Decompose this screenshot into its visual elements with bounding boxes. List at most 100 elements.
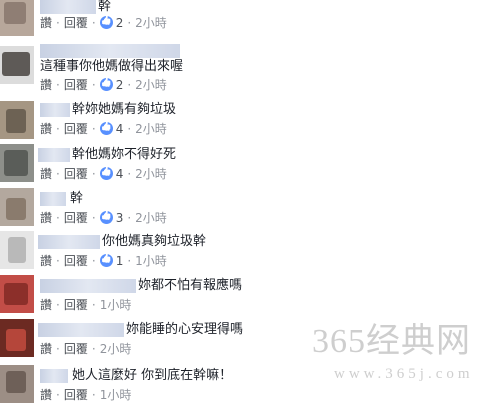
separator: ·	[56, 253, 60, 268]
like-button[interactable]: 讚	[40, 121, 52, 137]
like-button[interactable]: 讚	[40, 341, 52, 357]
comment-item: 妳能睡的心安理得嗎 讚 · 回覆 · 2小時	[0, 319, 496, 361]
comment-text: 妳都不怕有報應嗎	[138, 278, 243, 293]
reply-button[interactable]: 回覆	[64, 341, 88, 357]
like-count[interactable]: 2	[99, 77, 123, 93]
separator: ·	[127, 77, 132, 92]
separator: ·	[56, 166, 60, 181]
like-button[interactable]: 讚	[40, 253, 52, 269]
avatar[interactable]	[0, 46, 34, 84]
like-count[interactable]: 2	[99, 15, 123, 31]
commenter-name-blurred[interactable]	[40, 103, 70, 117]
thumbs-up-icon	[99, 78, 113, 91]
like-count[interactable]: 1	[99, 253, 123, 269]
timestamp[interactable]: 2小時	[135, 210, 167, 226]
commenter-name-blurred[interactable]	[38, 323, 124, 337]
like-button[interactable]: 讚	[40, 387, 52, 403]
separator: ·	[56, 210, 60, 225]
reply-button[interactable]: 回覆	[64, 77, 88, 93]
avatar[interactable]	[0, 275, 34, 313]
commenter-name-blurred[interactable]	[38, 148, 70, 162]
reply-button[interactable]: 回覆	[64, 166, 88, 182]
avatar[interactable]	[0, 0, 34, 36]
timestamp[interactable]: 2小時	[100, 341, 132, 357]
like-button[interactable]: 讚	[40, 297, 52, 313]
timestamp[interactable]: 2小時	[135, 77, 167, 93]
separator: ·	[56, 77, 60, 92]
like-button[interactable]: 讚	[40, 210, 52, 226]
timestamp[interactable]: 1小時	[100, 297, 132, 313]
reply-button[interactable]: 回覆	[64, 210, 88, 226]
separator: ·	[127, 166, 132, 181]
comment-actions: 讚·回覆·4·2小時	[40, 120, 167, 137]
separator: ·	[91, 77, 96, 92]
commenter-name-blurred[interactable]	[38, 235, 100, 249]
like-count[interactable]: 4	[99, 166, 123, 182]
separator: ·	[91, 121, 96, 136]
avatar[interactable]	[0, 188, 34, 226]
like-button[interactable]: 讚	[40, 77, 52, 93]
commenter-name-blurred[interactable]	[40, 44, 180, 58]
like-count[interactable]: 3	[99, 210, 123, 226]
avatar[interactable]	[0, 144, 34, 182]
thumbs-up-icon	[99, 122, 113, 135]
comment-text: 幹他媽妳不得好死	[72, 147, 177, 162]
avatar[interactable]	[0, 231, 34, 269]
comment-text: 這種事你他媽做得出來喔	[40, 59, 184, 74]
comment-item: 幹他媽妳不得好死 讚·回覆·4·2小時	[0, 144, 496, 186]
timestamp[interactable]: 1小時	[100, 387, 132, 403]
avatar[interactable]	[0, 365, 34, 403]
comment-actions: 讚·回覆·4·2小時	[40, 165, 167, 182]
comment-actions: 讚·回覆·3·2小時	[40, 209, 167, 226]
comment-item: 幹 讚·回覆·2·2小時	[0, 0, 496, 38]
like-button[interactable]: 讚	[40, 15, 52, 31]
comment-actions: 讚 · 回覆 · 1小時	[40, 296, 131, 313]
separator: ·	[56, 121, 60, 136]
timestamp[interactable]: 2小時	[135, 166, 167, 182]
separator: ·	[91, 210, 96, 225]
comment-text: 你他媽真夠垃圾幹	[102, 234, 207, 249]
comment-actions: 讚·回覆·2·2小時	[40, 76, 167, 93]
reply-button[interactable]: 回覆	[64, 253, 88, 269]
reply-button[interactable]: 回覆	[64, 121, 88, 137]
reply-button[interactable]: 回覆	[64, 387, 88, 403]
timestamp[interactable]: 2小時	[135, 121, 167, 137]
separator: ·	[127, 15, 132, 30]
comment-item: 妳都不怕有報應嗎 讚 · 回覆 · 1小時	[0, 275, 496, 317]
comment-item: 幹 讚·回覆·3·2小時	[0, 188, 496, 230]
thumbs-up-icon	[99, 16, 113, 29]
commenter-name-blurred[interactable]	[40, 279, 136, 293]
comment-thread: 幹 讚·回覆·2·2小時 這種事你他媽做得出來喔 讚·回覆·2·2小時 幹妳她媽…	[0, 0, 496, 403]
comment-actions: 讚 · 回覆 · 2小時	[40, 340, 131, 357]
separator: ·	[127, 210, 132, 225]
comment-text: 她人這麼好 你到底在幹嘛！	[72, 368, 233, 383]
timestamp[interactable]: 1小時	[135, 253, 167, 269]
reply-button[interactable]: 回覆	[64, 15, 88, 31]
comment-item: 幹妳她媽有夠垃圾 讚·回覆·4·2小時	[0, 101, 496, 141]
like-button[interactable]: 讚	[40, 166, 52, 182]
comment-item: 這種事你他媽做得出來喔 讚·回覆·2·2小時	[0, 44, 496, 98]
commenter-name-blurred[interactable]	[40, 192, 66, 206]
like-count[interactable]: 4	[99, 121, 123, 137]
comment-item: 你他媽真夠垃圾幹 讚·回覆·1·1小時	[0, 231, 496, 273]
comment-actions: 讚 · 回覆 · 1小時	[40, 386, 131, 403]
separator: ·	[91, 166, 96, 181]
avatar[interactable]	[0, 101, 34, 139]
separator: ·	[91, 341, 96, 356]
avatar[interactable]	[0, 319, 34, 357]
separator: ·	[91, 15, 96, 30]
separator: ·	[91, 297, 96, 312]
comment-actions: 讚·回覆·2·2小時	[40, 14, 167, 31]
thumbs-up-icon	[99, 254, 113, 267]
separator: ·	[127, 121, 132, 136]
commenter-name-blurred[interactable]	[40, 369, 68, 383]
commenter-name-blurred[interactable]	[40, 0, 96, 14]
timestamp[interactable]: 2小時	[135, 15, 167, 31]
comment-text: 幹妳她媽有夠垃圾	[72, 102, 177, 117]
comment-text: 幹	[70, 191, 84, 206]
separator: ·	[56, 297, 60, 312]
comment-text: 妳能睡的心安理得嗎	[126, 322, 244, 337]
reply-button[interactable]: 回覆	[64, 297, 88, 313]
comment-item: 她人這麼好 你到底在幹嘛！ 讚 · 回覆 · 1小時	[0, 365, 496, 403]
separator: ·	[91, 253, 96, 268]
